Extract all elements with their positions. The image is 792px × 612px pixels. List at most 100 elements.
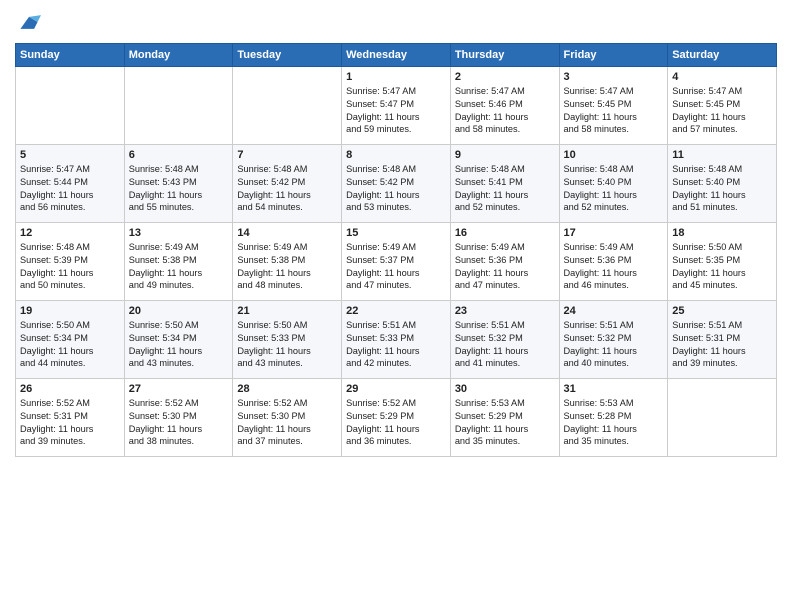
day-info-line: Daylight: 11 hours — [237, 424, 310, 434]
calendar-day-cell: 16Sunrise: 5:49 AMSunset: 5:36 PMDayligh… — [450, 222, 559, 300]
day-info-line: Sunset: 5:46 PM — [455, 99, 523, 109]
day-info-line: and 38 minutes. — [129, 436, 194, 446]
day-info: Sunrise: 5:48 AMSunset: 5:42 PMDaylight:… — [346, 163, 446, 215]
day-info-line: Sunrise: 5:52 AM — [20, 398, 90, 408]
day-info-line: Sunset: 5:33 PM — [346, 333, 414, 343]
day-number: 14 — [237, 227, 337, 239]
day-info: Sunrise: 5:49 AMSunset: 5:36 PMDaylight:… — [564, 241, 664, 293]
day-info-line: Sunset: 5:29 PM — [455, 411, 523, 421]
day-info-line: Daylight: 11 hours — [672, 112, 745, 122]
day-info-line: and 35 minutes. — [455, 436, 520, 446]
calendar-day-cell: 28 Sunrise: 5:52 AMSunset: 5:30 PMDayligh… — [233, 378, 342, 456]
calendar-week-row: 1Sunrise: 5:47 AMSunset: 5:47 PMDaylight… — [16, 66, 777, 144]
day-info-line: Sunrise: 5:51 AM — [346, 320, 416, 330]
day-info-line: and 43 minutes. — [129, 358, 194, 368]
day-info-line: Daylight: 11 hours — [564, 346, 637, 356]
day-info-line: Sunrise: 5:48 AM — [455, 164, 525, 174]
day-info-line: Sunset: 5:38 PM — [237, 255, 305, 265]
calendar-day-cell: 12Sunrise: 5:48 AMSunset: 5:39 PMDayligh… — [16, 222, 125, 300]
day-info-line: Sunrise: 5:48 AM — [129, 164, 199, 174]
day-info-line: Sunrise: 5:48 AM — [20, 242, 90, 252]
calendar-day-cell: 26Sunrise: 5:52 AMSunset: 5:31 PMDayligh… — [16, 378, 125, 456]
day-info-line: Sunrise: 5:50 AM — [129, 320, 199, 330]
day-info-line: Daylight: 11 hours — [455, 190, 528, 200]
day-info: Sunrise: 5:49 AMSunset: 5:37 PMDaylight:… — [346, 241, 446, 293]
day-info-line: Sunrise: 5:47 AM — [20, 164, 90, 174]
day-info-line: Sunrise: 5:47 AM — [455, 86, 525, 96]
day-info: Sunrise: 5:48 AM Sunset: 5:41 PM Daylight:… — [455, 163, 555, 215]
calendar-day-cell — [233, 66, 342, 144]
day-info-line: Daylight: 11 hours — [455, 112, 528, 122]
day-info-line: and 51 minutes. — [672, 202, 737, 212]
day-info-line: and 44 minutes. — [20, 358, 85, 368]
day-number: 18 — [672, 227, 772, 239]
day-info-line: Daylight: 11 hours — [455, 346, 528, 356]
day-number: 10 — [564, 149, 664, 161]
day-info: Sunrise: 5:47 AMSunset: 5:45 PMDaylight:… — [672, 85, 772, 137]
day-info-line: Sunset: 5:44 PM — [20, 177, 88, 187]
day-info-line: and 58 minutes. — [564, 124, 629, 134]
weekday-header: Tuesday — [233, 43, 342, 66]
day-info-line: Daylight: 11 hours — [20, 268, 93, 278]
calendar-day-cell: 24Sunrise: 5:51 AMSunset: 5:32 PMDayligh… — [559, 300, 668, 378]
day-info-line: Sunset: 5:36 PM — [455, 255, 523, 265]
day-info-line: and 47 minutes. — [455, 280, 520, 290]
calendar-day-cell: 29Sunrise: 5:52 AMSunset: 5:29 PMDayligh… — [342, 378, 451, 456]
day-info: Sunrise: 5:48 AMSunset: 5:40 PMDaylight:… — [672, 163, 772, 215]
day-number: 31 — [564, 383, 664, 395]
day-number: 28 — [237, 383, 337, 395]
weekday-header: Monday — [124, 43, 233, 66]
day-info: Sunrise: 5:49 AMSunset: 5:38 PMDaylight:… — [237, 241, 337, 293]
calendar-day-cell: 6Sunrise: 5:48 AMSunset: 5:43 PMDaylight… — [124, 144, 233, 222]
day-info-line: Sunset: 5:38 PM — [129, 255, 197, 265]
day-info-line: Sunset: 5:40 PM — [564, 177, 632, 187]
day-info-line: Daylight: 11 hours — [237, 346, 310, 356]
day-info: Sunrise: 5:48 AMSunset: 5:40 PMDaylight:… — [564, 163, 664, 215]
day-info-line: Sunset: 5:47 PM — [346, 99, 414, 109]
day-info: Sunrise: 5:47 AM Sunset: 5:44 PM Daylight:… — [20, 163, 120, 215]
day-info-line: and 52 minutes. — [455, 202, 520, 212]
day-number: 7 — [237, 149, 337, 161]
day-info: Sunrise: 5:49 AMSunset: 5:36 PMDaylight:… — [455, 241, 555, 293]
day-info-line: Sunrise: 5:49 AM — [346, 242, 416, 252]
day-info-line: Daylight: 11 hours — [20, 190, 93, 200]
day-number: 16 — [455, 227, 555, 239]
day-info: Sunrise: 5:51 AMSunset: 5:33 PMDaylight:… — [346, 319, 446, 371]
day-info: Sunrise: 5:52 AMSunset: 5:29 PMDaylight:… — [346, 397, 446, 449]
calendar-body: 1Sunrise: 5:47 AMSunset: 5:47 PMDaylight… — [16, 66, 777, 456]
day-info-line: Sunrise: 5:49 AM — [237, 242, 307, 252]
day-number: 2 — [455, 71, 555, 83]
page-header — [15, 10, 777, 39]
day-info-line: Sunset: 5:29 PM — [346, 411, 414, 421]
calendar-table: SundayMondayTuesdayWednesdayThursdayFrid… — [15, 43, 777, 457]
day-info-line: and 52 minutes. — [564, 202, 629, 212]
day-info-line: Daylight: 11 hours — [672, 268, 745, 278]
day-info-line: Daylight: 11 hours — [346, 190, 419, 200]
logo-text — [15, 10, 41, 39]
calendar-day-cell: 7Sunrise: 5:48 AMSunset: 5:42 PMDaylight… — [233, 144, 342, 222]
day-info-line: Daylight: 11 hours — [672, 346, 745, 356]
day-info-line: Sunset: 5:41 PM — [455, 177, 523, 187]
day-info-line: and 45 minutes. — [672, 280, 737, 290]
day-info-line: Daylight: 11 hours — [20, 424, 93, 434]
calendar-day-cell: 8Sunrise: 5:48 AMSunset: 5:42 PMDaylight… — [342, 144, 451, 222]
day-info: Sunrise: 5:48 AMSunset: 5:43 PMDaylight:… — [129, 163, 229, 215]
day-number: 26 — [20, 383, 120, 395]
day-info-line: Daylight: 11 hours — [237, 190, 310, 200]
day-info-line: Sunrise: 5:49 AM — [455, 242, 525, 252]
weekday-header: Saturday — [668, 43, 777, 66]
day-info: Sunrise: 5:53 AMSunset: 5:28 PMDaylight:… — [564, 397, 664, 449]
day-info: Sunrise: 5:47 AM Sunset: 5:46 PM Daylight:… — [455, 85, 555, 137]
calendar-day-cell: 25Sunrise: 5:51 AMSunset: 5:31 PMDayligh… — [668, 300, 777, 378]
day-info: Sunrise: 5:47 AMSunset: 5:45 PMDaylight:… — [564, 85, 664, 137]
day-info: Sunrise: 5:48 AMSunset: 5:39 PMDaylight:… — [20, 241, 120, 293]
day-info: Sunrise: 5:51 AMSunset: 5:32 PMDaylight:… — [564, 319, 664, 371]
day-info-line: Sunset: 5:30 PM — [237, 411, 305, 421]
day-info: Sunrise: 5:52 AMSunset: 5:30 PMDaylight:… — [237, 397, 337, 449]
day-info-line: Sunrise: 5:50 AM — [20, 320, 90, 330]
day-number: 17 — [564, 227, 664, 239]
day-info-line: and 39 minutes. — [672, 358, 737, 368]
day-info-line: Sunset: 5:40 PM — [672, 177, 740, 187]
day-info-line: Sunset: 5:34 PM — [20, 333, 88, 343]
day-number: 20 — [129, 305, 229, 317]
